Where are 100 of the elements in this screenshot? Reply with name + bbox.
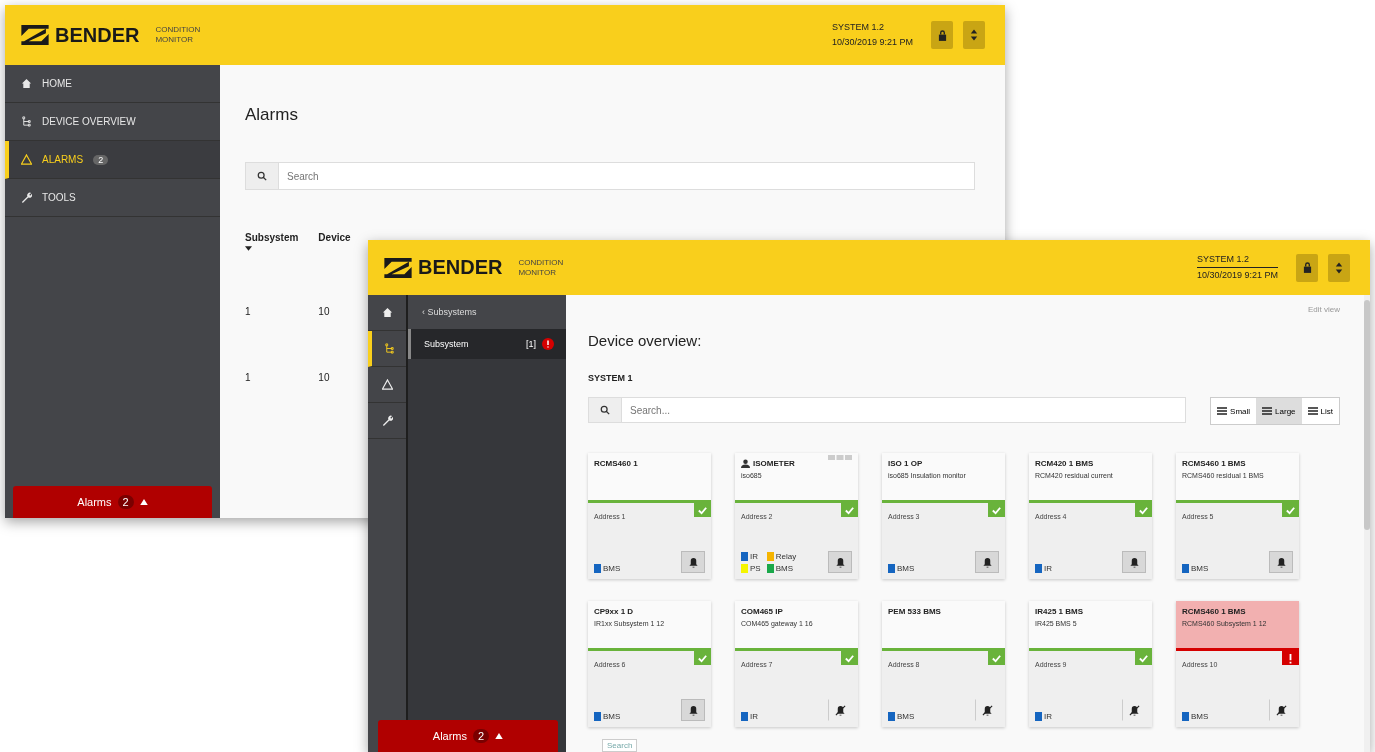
device-name: ISOMETER [753, 459, 795, 468]
search-field[interactable]: Search... [622, 397, 1187, 423]
device-name: RCMS460 1 [594, 459, 638, 468]
check-icon [841, 503, 858, 517]
warning-icon [21, 154, 32, 165]
lock-button[interactable] [931, 21, 953, 49]
logo-icon [384, 257, 412, 278]
search-icon [600, 405, 610, 415]
logo-subtitle: CONDITION [518, 257, 564, 268]
tag-label: BMS [775, 564, 793, 573]
list-icon [1262, 407, 1273, 415]
device-name: PEM 533 BMS [888, 607, 941, 616]
device-name: COM465 IP [741, 607, 783, 616]
list-icon [1217, 407, 1228, 415]
search-button[interactable] [588, 397, 622, 423]
tag-label: BMS [897, 712, 915, 721]
system-name: SYSTEM 1.2 [831, 20, 885, 34]
lock-icon [1302, 262, 1312, 273]
search-icon [257, 171, 267, 181]
menu-label: TOOLS [42, 192, 76, 203]
table-cell-text: 10 [318, 371, 331, 385]
table-cell-text: 1 [245, 305, 252, 319]
bell-button[interactable] [1269, 551, 1293, 573]
system-label: SYSTEM 1 [588, 373, 634, 383]
search-field[interactable]: Search [279, 162, 975, 190]
muted-bell-icon [834, 704, 846, 716]
back-link[interactable]: ‹ Subsystems [408, 295, 566, 329]
device-name: RCM420 1 BMS [1035, 459, 1094, 468]
wrench-icon [381, 415, 393, 426]
logo-subtitle: MONITOR [518, 267, 558, 278]
tag-label: BMS [603, 564, 621, 573]
device-name: IR425 1 BMS [1035, 607, 1084, 616]
column-header[interactable]: Device [318, 232, 371, 281]
tree-icon [383, 343, 395, 354]
check-icon [1135, 503, 1152, 517]
date-time: 10/30/2019 9:21 PM [831, 36, 913, 49]
warning-icon [381, 379, 393, 390]
view-toggle[interactable]: Large [1256, 398, 1302, 424]
menu-button[interactable] [1328, 253, 1350, 282]
bell-icon [1275, 556, 1287, 568]
menu-button[interactable] [963, 21, 985, 49]
bell-icon [687, 704, 699, 716]
home-icon [381, 307, 393, 318]
tag-label: PS [750, 564, 761, 573]
logo-text: BENDER [55, 23, 140, 47]
check-icon [988, 651, 1005, 665]
bell-button[interactable] [975, 551, 999, 573]
check-icon [694, 651, 711, 665]
system-name: SYSTEM 1.2 [1196, 251, 1278, 268]
check-icon [1282, 503, 1299, 517]
tag-label: BMS [1191, 564, 1209, 573]
device-name: RCMS460 1 BMS [1182, 459, 1246, 468]
tag-label: IR [1044, 564, 1052, 573]
arrows-icon [1335, 261, 1343, 274]
tag-label: Relay [775, 552, 797, 561]
menu-label: HOME [42, 78, 72, 89]
check-icon [1135, 651, 1152, 665]
tag-label: IR [1044, 712, 1052, 721]
lock-button[interactable] [1296, 253, 1318, 282]
subsystem-item[interactable]: Subsystem [1] [408, 329, 566, 359]
check-icon [694, 503, 711, 517]
check-icon [841, 651, 858, 665]
muted-bell-icon [1128, 704, 1140, 716]
bell-button[interactable] [1122, 551, 1146, 573]
date-time: 10/30/2019 9:21 PM [1196, 269, 1278, 282]
muted-bell-icon [981, 704, 993, 716]
column-header[interactable]: Subsystem [245, 232, 319, 281]
page-title: Device overview: [588, 332, 703, 349]
bell-icon [981, 556, 993, 568]
device-name: RCMS460 1 BMS [1182, 607, 1246, 616]
bell-button[interactable] [681, 551, 705, 573]
bell-icon [834, 556, 846, 568]
tooltip: Search [602, 739, 638, 752]
bell-button[interactable] [828, 551, 852, 573]
bell-button[interactable] [681, 699, 705, 721]
tag-label: IR [750, 552, 758, 561]
tag-label: IR [750, 712, 758, 721]
tag-label: BMS [897, 564, 915, 573]
count-badge: 2 [93, 154, 109, 165]
bell-icon [1128, 556, 1140, 568]
dots-icon [828, 455, 852, 460]
caret-up-icon [139, 499, 148, 505]
logo-subtitle: CONDITION [155, 25, 201, 35]
tag-label: BMS [603, 712, 621, 721]
alarms-button[interactable]: Alarms 2 [378, 720, 558, 752]
logo-subtitle: MONITOR [155, 35, 195, 45]
alarms-button[interactable]: Alarms 2 [13, 486, 212, 518]
tree-icon [21, 116, 32, 127]
sort-icon [245, 246, 252, 251]
menu-item[interactable]: ALARMS 2 [5, 141, 220, 179]
person-icon [741, 459, 750, 468]
tag-label: BMS [1191, 712, 1209, 721]
alarm-icon [1282, 651, 1299, 665]
logo-icon [21, 25, 49, 45]
menu-label: ALARMS [42, 154, 84, 165]
search-button[interactable] [245, 162, 279, 190]
table-cell-text: 1 [245, 371, 252, 385]
page-title: Alarms [245, 105, 299, 125]
bell-icon [687, 556, 699, 568]
table-cell-text: 10 [318, 305, 331, 319]
